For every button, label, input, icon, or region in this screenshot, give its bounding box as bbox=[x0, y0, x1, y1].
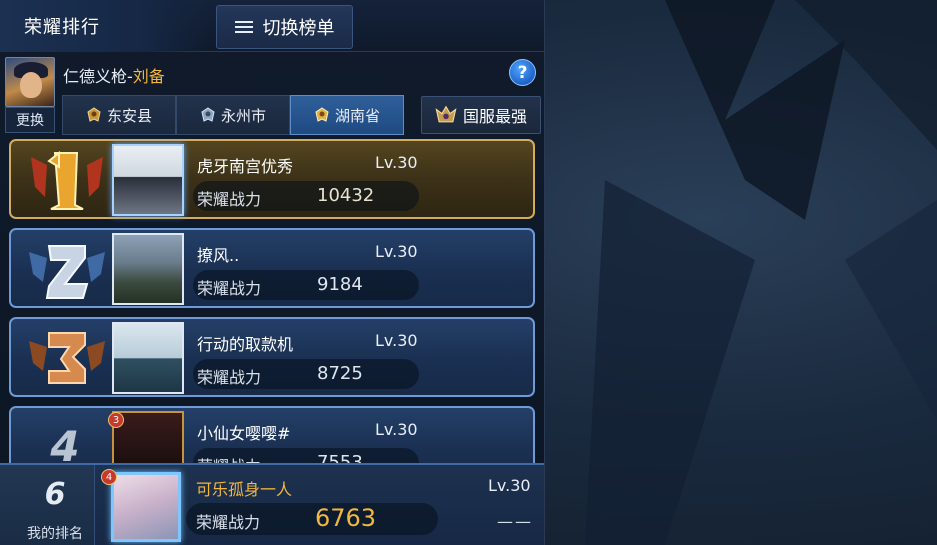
avatar-badge: 3 bbox=[108, 412, 124, 428]
nation-top-button[interactable]: 国服最强 bbox=[421, 96, 541, 134]
rank-emblem-icon bbox=[314, 107, 330, 123]
nation-top-label: 国服最强 bbox=[462, 107, 527, 126]
player-avatar[interactable] bbox=[112, 233, 184, 305]
power-label: 荣耀战力 bbox=[197, 279, 262, 298]
rank-change: —— bbox=[497, 512, 533, 531]
my-player-level: Lv.30 bbox=[488, 476, 531, 495]
hero-avatar[interactable] bbox=[5, 57, 55, 107]
player-name: 虎牙南宫优秀 bbox=[197, 157, 294, 176]
change-hero-button[interactable]: 更换 bbox=[5, 107, 55, 133]
power-value: 9184 bbox=[317, 274, 363, 295]
ranking-row-3[interactable]: 行动的取款机 Lv.30 荣耀战力 8725 bbox=[9, 317, 535, 397]
region-tabs: 东安县 永州市 湖南省 bbox=[62, 95, 404, 135]
tab-city[interactable]: 永州市 bbox=[176, 95, 290, 135]
my-rank-label: 我的排名 bbox=[27, 526, 83, 542]
title-bar: 荣耀排行 切换榜单 bbox=[0, 0, 544, 52]
tab-province[interactable]: 湖南省 bbox=[290, 95, 404, 135]
page-title: 荣耀排行 bbox=[0, 0, 210, 52]
question-icon: ? bbox=[517, 62, 528, 83]
player-avatar[interactable] bbox=[112, 322, 184, 394]
power-value: 8725 bbox=[317, 363, 363, 384]
rank-number: 4 bbox=[50, 422, 80, 463]
hero-title: 仁德义枪-刘备 bbox=[63, 63, 165, 87]
ranking-panel: 荣耀排行 切换榜单 更换 仁德义枪-刘备 ? 东安县 永州市 湖南省 国服最强 … bbox=[0, 0, 545, 545]
my-rank-bar[interactable]: 6 我的排名 4 可乐孤身一人 Lv.30 荣耀战力 6763 —— bbox=[0, 463, 544, 545]
power-label: 荣耀战力 bbox=[197, 453, 261, 463]
avatar-badge: 4 bbox=[101, 469, 117, 485]
tab-province-label: 湖南省 bbox=[334, 106, 380, 125]
player-name: 小仙女嘤嘤# bbox=[197, 424, 291, 443]
power-label: 荣耀战力 bbox=[197, 190, 262, 209]
player-level: Lv.30 bbox=[375, 242, 418, 261]
player-level: Lv.30 bbox=[375, 153, 418, 172]
power-value: 10432 bbox=[317, 185, 375, 206]
ranking-row-1[interactable]: 虎牙南宫优秀 Lv.30 荣耀战力 10432 bbox=[9, 139, 535, 219]
rank-emblem-icon bbox=[200, 107, 216, 123]
tab-county-label: 东安县 bbox=[106, 106, 152, 125]
my-rank-box: 6 我的排名 bbox=[0, 465, 95, 545]
list-icon bbox=[234, 20, 253, 34]
power-label: 荣耀战力 bbox=[197, 368, 262, 387]
ranking-row-2[interactable]: 撩风.. Lv.30 荣耀战力 9184 bbox=[9, 228, 535, 308]
background-decoration bbox=[545, 0, 937, 545]
switch-leaderboard-label: 切换榜单 bbox=[262, 18, 335, 39]
silver-medal-icon bbox=[25, 236, 109, 302]
player-name: 行动的取款机 bbox=[197, 335, 294, 354]
hero-name: 刘备 bbox=[132, 67, 165, 86]
my-avatar[interactable] bbox=[111, 472, 181, 542]
king-emblem-icon bbox=[435, 104, 457, 126]
ranking-row-4[interactable]: 4 3 小仙女嘤嘤# Lv.30 荣耀战力 7553 bbox=[9, 406, 535, 463]
tab-city-label: 永州市 bbox=[220, 106, 266, 125]
hero-title-prefix: 仁德义枪- bbox=[63, 67, 133, 86]
tab-county[interactable]: 东安县 bbox=[62, 95, 176, 135]
my-rank-number: 6 bbox=[44, 477, 66, 512]
rank-emblem-icon bbox=[86, 107, 102, 123]
help-button[interactable]: ? bbox=[509, 59, 536, 86]
my-power-value: 6763 bbox=[315, 504, 377, 532]
player-level: Lv.30 bbox=[375, 420, 418, 439]
ranking-list[interactable]: 虎牙南宫优秀 Lv.30 荣耀战力 10432 撩风.. Lv.30 荣耀战力 … bbox=[0, 137, 544, 463]
player-level: Lv.30 bbox=[375, 331, 418, 350]
gold-medal-icon bbox=[25, 147, 109, 213]
switch-leaderboard-button[interactable]: 切换榜单 bbox=[216, 5, 353, 49]
my-power-label: 荣耀战力 bbox=[196, 513, 261, 532]
player-avatar[interactable] bbox=[112, 144, 184, 216]
power-value: 7553 bbox=[317, 452, 363, 463]
bronze-medal-icon bbox=[25, 325, 109, 391]
player-name: 撩风.. bbox=[197, 246, 240, 265]
my-player-name: 可乐孤身一人 bbox=[196, 480, 293, 499]
